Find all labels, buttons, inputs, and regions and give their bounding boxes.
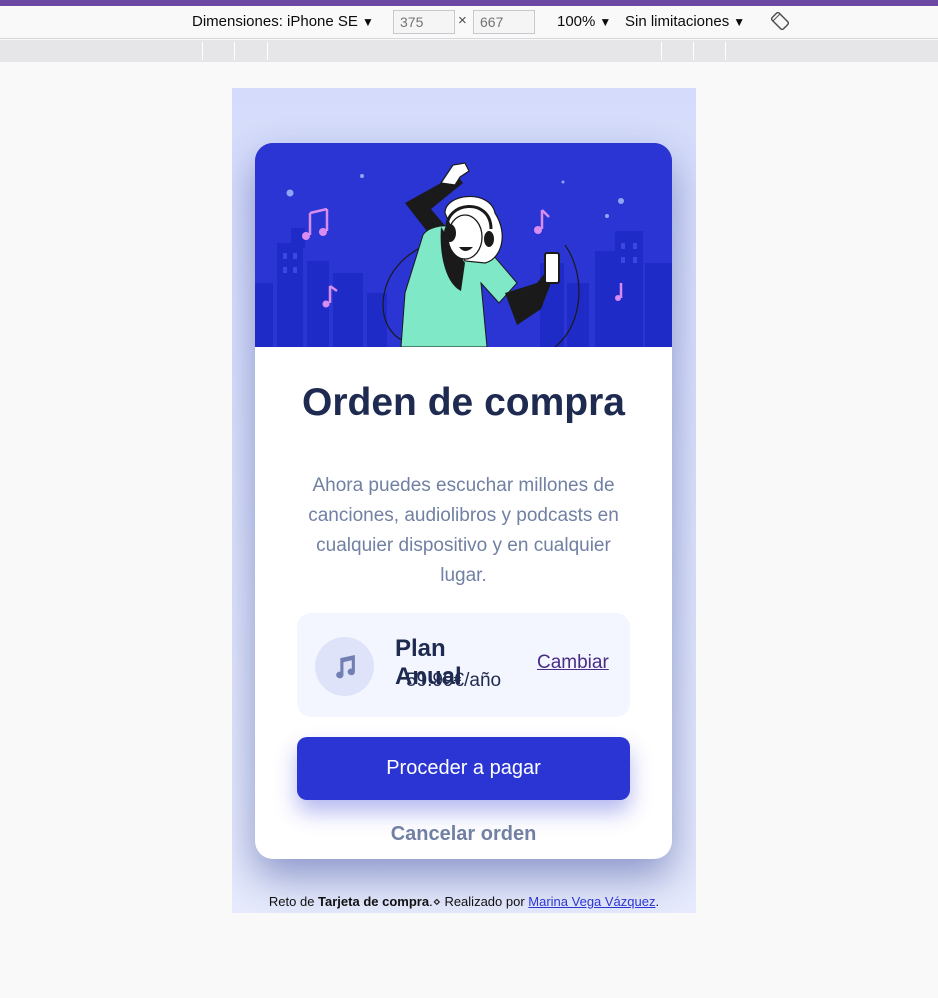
chevron-down-icon: ▼ bbox=[733, 15, 746, 29]
height-input[interactable]: 667 bbox=[473, 10, 535, 34]
device-viewport: Orden de compra Ahora puedes escuchar mi… bbox=[232, 88, 696, 913]
chevron-down-icon: ▼ bbox=[599, 15, 612, 29]
rotate-device-icon[interactable] bbox=[770, 11, 790, 31]
chevron-down-icon: ▼ bbox=[361, 15, 374, 29]
card-description: Ahora puedes escuchar millones de cancio… bbox=[308, 475, 619, 586]
music-note-icon bbox=[336, 655, 355, 679]
page-title: Orden de compra bbox=[302, 381, 625, 424]
hero-illustration bbox=[255, 143, 672, 347]
order-summary-card: Orden de compra Ahora puedes escuchar mi… bbox=[255, 143, 672, 859]
width-input[interactable]: 375 bbox=[393, 10, 455, 34]
media-query-ruler bbox=[0, 40, 938, 62]
device-selector-label: Dimensiones: iPhone SE bbox=[192, 13, 358, 30]
dimension-separator: × bbox=[458, 12, 467, 29]
author-link[interactable]: Marina Vega Vázquez bbox=[528, 894, 655, 909]
ruler-mark bbox=[267, 42, 268, 60]
zoom-selector[interactable]: 100% ▼ bbox=[557, 13, 611, 30]
throttling-selector[interactable]: Sin limitaciones ▼ bbox=[625, 13, 745, 30]
device-selector[interactable]: Dimensiones: iPhone SE ▼ bbox=[192, 13, 374, 30]
ruler-mark bbox=[234, 42, 235, 60]
proceed-to-payment-button[interactable]: Proceder a pagar bbox=[297, 737, 630, 800]
ruler-mark bbox=[202, 42, 203, 60]
ruler-mark bbox=[661, 42, 662, 60]
change-plan-link[interactable]: Cambiar bbox=[537, 652, 609, 674]
attribution-suffix: . bbox=[655, 894, 660, 909]
dancing-person-illustration bbox=[255, 143, 672, 347]
plan-icon-circle bbox=[315, 637, 374, 696]
plan-summary: Plan Anual 59.99€/año Cambiar bbox=[297, 613, 630, 717]
attribution-prefix: Reto de bbox=[268, 894, 319, 909]
throttling-label: Sin limitaciones bbox=[625, 13, 730, 30]
attribution: Reto de Tarjeta de compra.⋄ Realizado po… bbox=[232, 894, 696, 910]
ruler-mark bbox=[725, 42, 726, 60]
cancel-order-button[interactable]: Cancelar orden bbox=[297, 820, 630, 848]
plan-price: 59.99€/año bbox=[406, 670, 502, 691]
ruler-mark bbox=[693, 42, 694, 60]
responsive-design-toolbar: Dimensiones: iPhone SE ▼ 375 × 667 100% ▼ … bbox=[0, 6, 938, 39]
zoom-label: 100% bbox=[557, 13, 596, 30]
attribution-middle: .⋄ Realizado por bbox=[429, 894, 529, 909]
challenge-name: Tarjeta de compra bbox=[318, 894, 430, 909]
